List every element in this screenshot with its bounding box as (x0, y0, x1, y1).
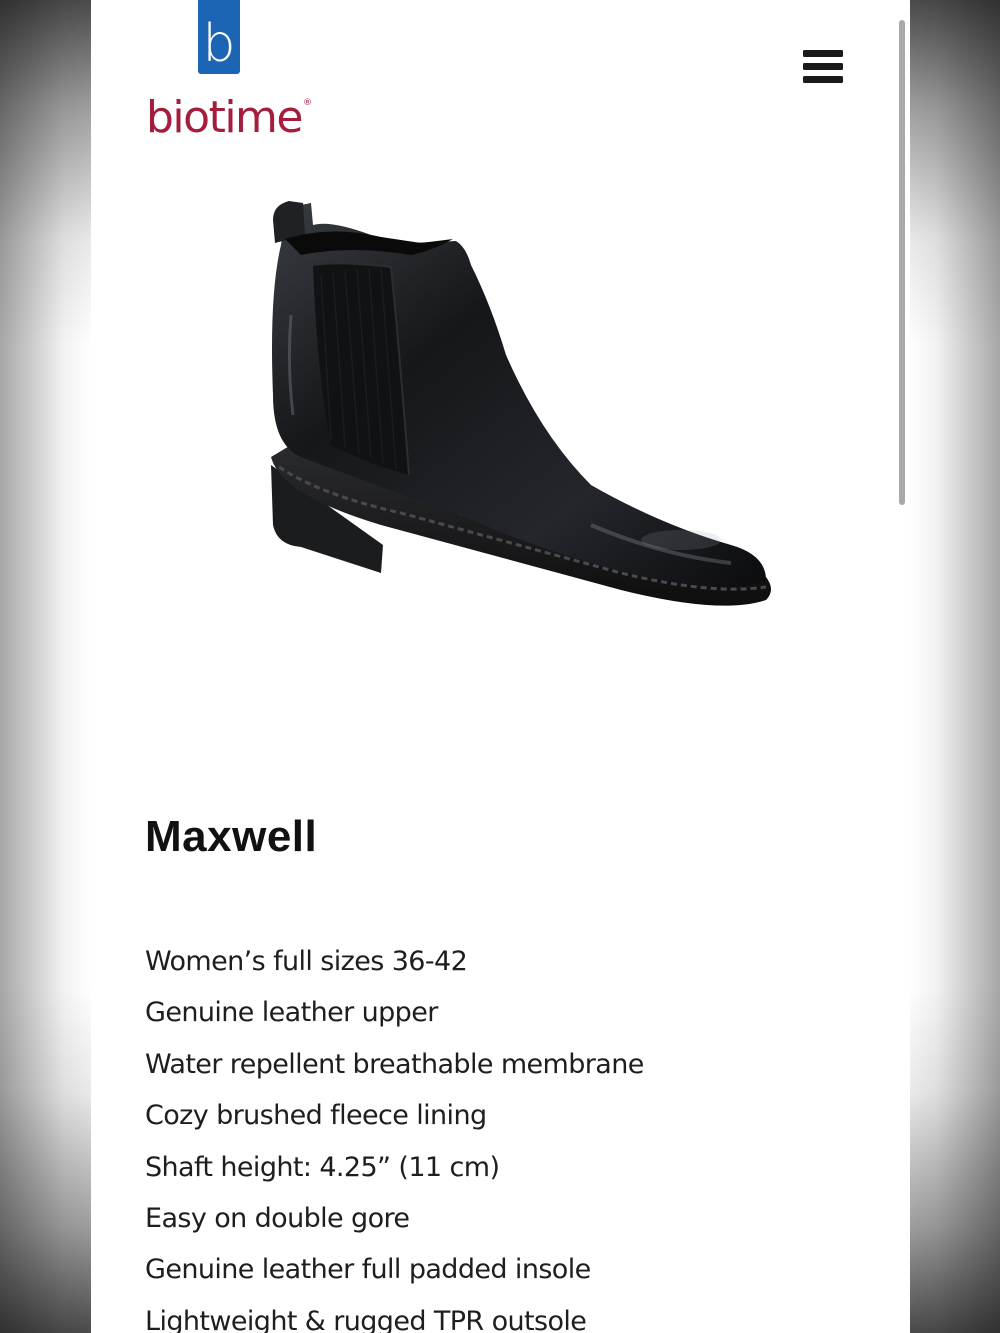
feature-item: Genuine leather upper (145, 997, 438, 1029)
feature-item: Water repellent breathable membrane (145, 1048, 644, 1080)
brand-logo[interactable]: b biotime® (146, 0, 312, 143)
hamburger-menu-icon[interactable] (801, 48, 845, 86)
brand-name: biotime (146, 92, 303, 143)
page: b biotime® Maxwell Women’s full sizes 36… (91, 0, 910, 1333)
logo-wordmark: biotime® (146, 92, 312, 143)
feature-item: Women’s full sizes 36-42 (145, 946, 468, 977)
product-title: Maxwell (145, 812, 318, 861)
background-right (909, 0, 1000, 1333)
logo-mark: b (198, 0, 240, 74)
registered-mark: ® (302, 98, 312, 108)
scrollbar[interactable] (899, 20, 905, 505)
feature-item: Lightweight & rugged TPR outsole (145, 1305, 587, 1333)
logo-letter: b (202, 14, 236, 74)
feature-item: Easy on double gore (145, 1202, 410, 1234)
product-image (261, 195, 781, 675)
feature-item: Shaft height: 4.25” (11 cm) (145, 1151, 500, 1183)
background-left (0, 0, 91, 1333)
feature-item: Genuine leather full padded insole (145, 1254, 591, 1286)
feature-item: Cozy brushed fleece lining (145, 1100, 487, 1132)
feature-list: Women’s full sizes 36-42 Genuine leather… (145, 940, 644, 1333)
